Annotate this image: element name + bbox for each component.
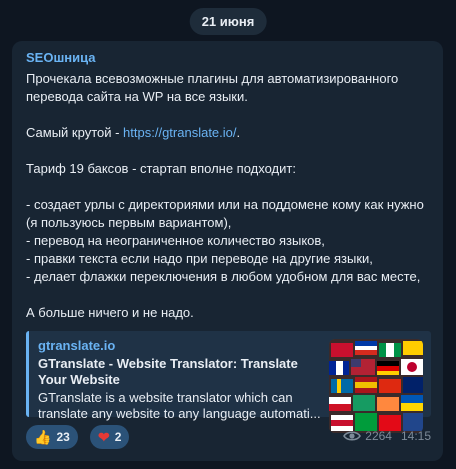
reaction-heart[interactable]: ❤ 2 — [90, 425, 130, 449]
message-tariff: Тариф 19 баксов - стартап вполне подходи… — [26, 161, 296, 176]
link-preview[interactable]: gtranslate.io GTranslate - Website Trans… — [26, 331, 431, 433]
reaction-count: 2 — [114, 430, 122, 444]
message-bubble: SEOшница Прочекала всевозможные плагины … — [12, 41, 443, 461]
gtranslate-link[interactable]: https://gtranslate.io/ — [123, 125, 236, 140]
date-separator: 21 июня — [189, 8, 267, 35]
heart-icon: ❤ — [98, 428, 110, 445]
reaction-count: 23 — [56, 430, 70, 444]
message-meta: 2264 14:15 — [343, 429, 431, 443]
reaction-thumbs-up[interactable]: 👍 23 — [26, 425, 78, 449]
view-count: 2264 — [365, 429, 392, 443]
message-best-line: Самый крутой - https://gtranslate.io/. — [26, 125, 241, 140]
preview-title: GTranslate - Website Translator: Transla… — [38, 356, 298, 387]
bullet-item: - перевод на неограниченное количество я… — [26, 233, 325, 248]
preview-description: GTranslate is a website translator which… — [38, 390, 321, 421]
message-text: Прочекала всевозможные плагины для автом… — [26, 70, 431, 322]
message-paragraph: Прочекала всевозможные плагины для автом… — [26, 71, 402, 104]
message-footer: 👍 23 ❤ 2 2264 14:15 — [26, 425, 431, 449]
message-closing: А больше ничего и не надо. — [26, 305, 194, 320]
thumbs-up-icon: 👍 — [34, 428, 52, 445]
message-time: 14:15 — [400, 429, 431, 443]
sender-name[interactable]: SEOшница — [26, 50, 431, 66]
bullet-item: - правки текста если надо при переводе н… — [26, 251, 373, 266]
bullet-item: - делает флажки переключения в любом удо… — [26, 269, 421, 284]
preview-thumbnail-flags-image — [329, 339, 423, 433]
eye-icon — [343, 431, 362, 441]
bullet-item: - создает урлы с директориями или на под… — [26, 197, 428, 230]
